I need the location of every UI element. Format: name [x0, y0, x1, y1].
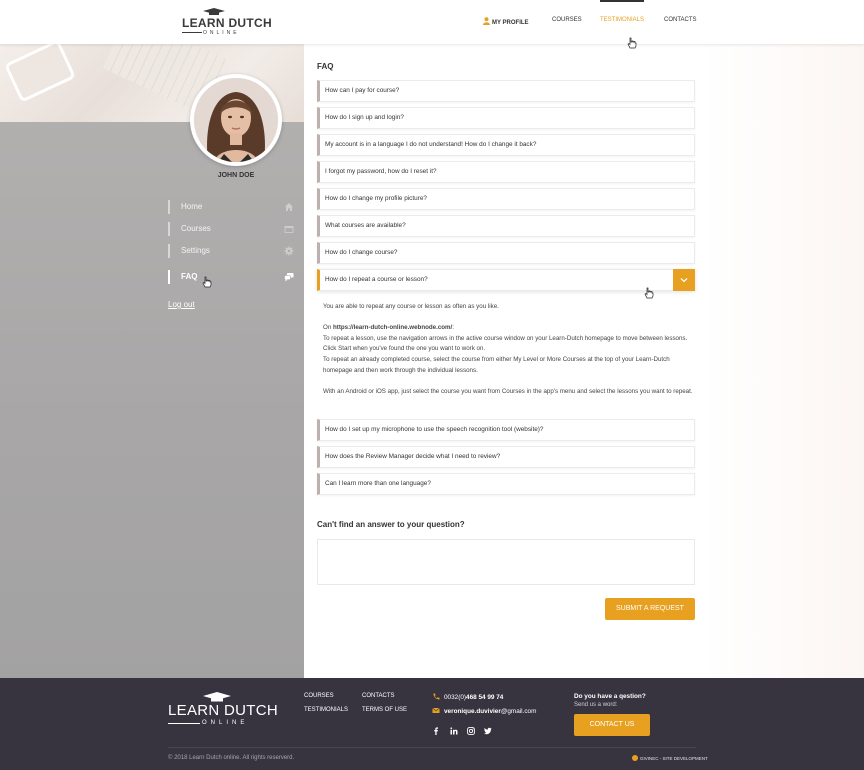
graduation-cap-icon — [203, 8, 225, 15]
submit-request-button[interactable]: SUBMIT A REQUEST — [605, 598, 695, 620]
footer-phone[interactable]: 0032(0)468 54 99 74 — [432, 693, 503, 701]
faq-question: What courses are available? — [325, 222, 406, 229]
footer-logo-subtext: ONLINE — [202, 720, 249, 726]
footer-divider — [168, 747, 696, 748]
nav-active-indicator — [600, 0, 644, 2]
email-name: veronique.duvivier — [444, 708, 501, 715]
footer-logo-underline — [168, 723, 200, 724]
linkedin-icon[interactable] — [450, 727, 458, 735]
phone-number: 468 54 99 74 — [466, 694, 504, 701]
question-textarea[interactable] — [317, 539, 695, 585]
avatar-portrait-icon — [194, 78, 278, 162]
hand-cursor-icon — [644, 287, 654, 299]
instagram-icon[interactable] — [467, 727, 475, 735]
email-domain: @gmail.com — [500, 708, 537, 715]
faq-question: How does the Review Manager decide what … — [325, 453, 501, 460]
faq-item[interactable]: My account is in a language I do not und… — [317, 134, 695, 156]
logo-text: LEARN DUTCH — [182, 16, 272, 30]
faq-question: How do I sign up and login? — [325, 114, 404, 121]
site-footer: LEARN DUTCH ONLINE COURSES CONTACTS TEST… — [0, 678, 864, 770]
site-header: LEARN DUTCH ONLINE MY PROFILE COURSES TE… — [0, 0, 864, 44]
faq-item-open[interactable]: How do I repeat a course or lesson? — [317, 269, 695, 291]
faq-item[interactable]: I forgot my password, how do I reset it? — [317, 161, 695, 183]
user-name: JOHN DOE — [217, 172, 255, 179]
folder-icon — [284, 226, 294, 233]
developer-credit[interactable]: GIVINEC - SITE DEVELOPMENT — [632, 755, 708, 761]
faq-collapse-button[interactable] — [673, 269, 695, 291]
nav-testimonials[interactable]: TESTIMONIALS — [600, 17, 644, 23]
user-icon — [483, 17, 490, 25]
footer-question-title: Do you have a qestion? — [574, 693, 646, 700]
footer-link-testimonials[interactable]: TESTIMONIALS — [304, 707, 348, 713]
footer-link-contacts[interactable]: CONTACTS — [362, 693, 395, 699]
logout-link[interactable]: Log out — [168, 300, 195, 309]
sidebar-item-label: Settings — [181, 246, 210, 255]
developer-logo-icon — [632, 755, 638, 761]
logo-subtext: ONLINE — [203, 30, 240, 36]
faq-question: How do I change course? — [325, 249, 398, 256]
faq-question: How can I pay for course? — [325, 87, 400, 94]
phone-prefix: 0032(0) — [444, 694, 467, 701]
chevron-down-icon — [680, 278, 688, 283]
sidebar-item-label: Courses — [181, 224, 211, 233]
sidebar-item-courses[interactable]: Courses — [168, 222, 296, 236]
faq-item[interactable]: How do I change my profile picture? — [317, 188, 695, 210]
sidebar-item-home[interactable]: Home — [168, 200, 296, 214]
sidebar-item-label: FAQ — [181, 272, 198, 281]
answer-paragraph: You are able to repeat any course or les… — [323, 303, 499, 310]
phone-icon — [433, 693, 440, 700]
faq-item[interactable]: How do I change course? — [317, 242, 695, 264]
footer-logo-text: LEARN DUTCH — [168, 702, 278, 719]
faq-question: How do I repeat a course or lesson? — [325, 276, 428, 283]
ask-question-title: Can't find an answer to your question? — [317, 520, 465, 529]
answer-paragraph: To repeat a lesson, use the navigation a… — [323, 334, 688, 353]
envelope-icon — [432, 707, 440, 713]
nav-my-profile[interactable]: MY PROFILE — [483, 17, 529, 26]
sidebar-item-label: Home — [181, 202, 203, 211]
faq-title: FAQ — [317, 62, 334, 71]
faq-question: My account is in a language I do not und… — [325, 141, 537, 148]
nav-my-profile-label: MY PROFILE — [492, 20, 529, 26]
facebook-icon[interactable] — [432, 727, 440, 735]
avatar-photo — [194, 78, 278, 162]
twitter-icon[interactable] — [484, 727, 492, 735]
hand-cursor-icon — [202, 276, 212, 288]
faq-item[interactable]: How do I sign up and login? — [317, 107, 695, 129]
faq-item[interactable]: How does the Review Manager decide what … — [317, 446, 695, 468]
footer-link-terms[interactable]: TERMS OF USE — [362, 707, 407, 713]
copyright: © 2018 Learn Dutch online. All rights re… — [168, 755, 295, 761]
faq-question: Can I learn more than one language? — [325, 480, 431, 487]
hand-cursor-icon — [627, 37, 637, 49]
phone-decoration — [3, 44, 77, 103]
footer-link-courses[interactable]: COURSES — [304, 693, 334, 699]
sidebar-item-faq[interactable]: FAQ — [168, 270, 296, 284]
footer-email[interactable]: veronique.duvivier@gmail.com — [432, 707, 536, 715]
faq-question: I forgot my password, how do I reset it? — [325, 168, 437, 175]
answer-on-suffix: : — [452, 324, 455, 332]
logo-underline — [182, 32, 202, 33]
nav-contacts[interactable]: CONTACTS — [664, 17, 697, 23]
chat-icon — [284, 273, 294, 282]
answer-on-prefix: On — [323, 324, 333, 332]
answer-paragraph: With an Android or iOS app, just select … — [323, 387, 693, 395]
contact-us-button[interactable]: CONTACT US — [574, 714, 650, 736]
answer-paragraph: To repeat an already completed course, s… — [323, 355, 670, 374]
answer-paragraph: On https://learn-dutch-online.webnode.co… — [323, 323, 693, 334]
faq-item[interactable]: What courses are available? — [317, 215, 695, 237]
home-icon — [285, 203, 293, 211]
avatar[interactable] — [190, 74, 282, 166]
faq-item[interactable]: Can I learn more than one language? — [317, 473, 695, 495]
footer-question-subtitle: Send us a word: — [574, 702, 618, 708]
nav-courses[interactable]: COURSES — [552, 17, 582, 23]
main-background — [704, 44, 864, 678]
faq-question: How do I change my profile picture? — [325, 195, 427, 202]
faq-item[interactable]: How do I set up my microphone to use the… — [317, 419, 695, 441]
sidebar-item-settings[interactable]: Settings — [168, 244, 296, 258]
faq-answer: You are able to repeat any course or les… — [323, 302, 693, 397]
gear-icon — [284, 246, 294, 256]
answer-link[interactable]: https://learn-dutch-online.webnode.com/ — [333, 324, 452, 331]
faq-question: How do I set up my microphone to use the… — [325, 426, 544, 433]
developer-credit-label: GIVINEC - SITE DEVELOPMENT — [640, 756, 708, 761]
faq-item[interactable]: How can I pay for course? — [317, 80, 695, 102]
